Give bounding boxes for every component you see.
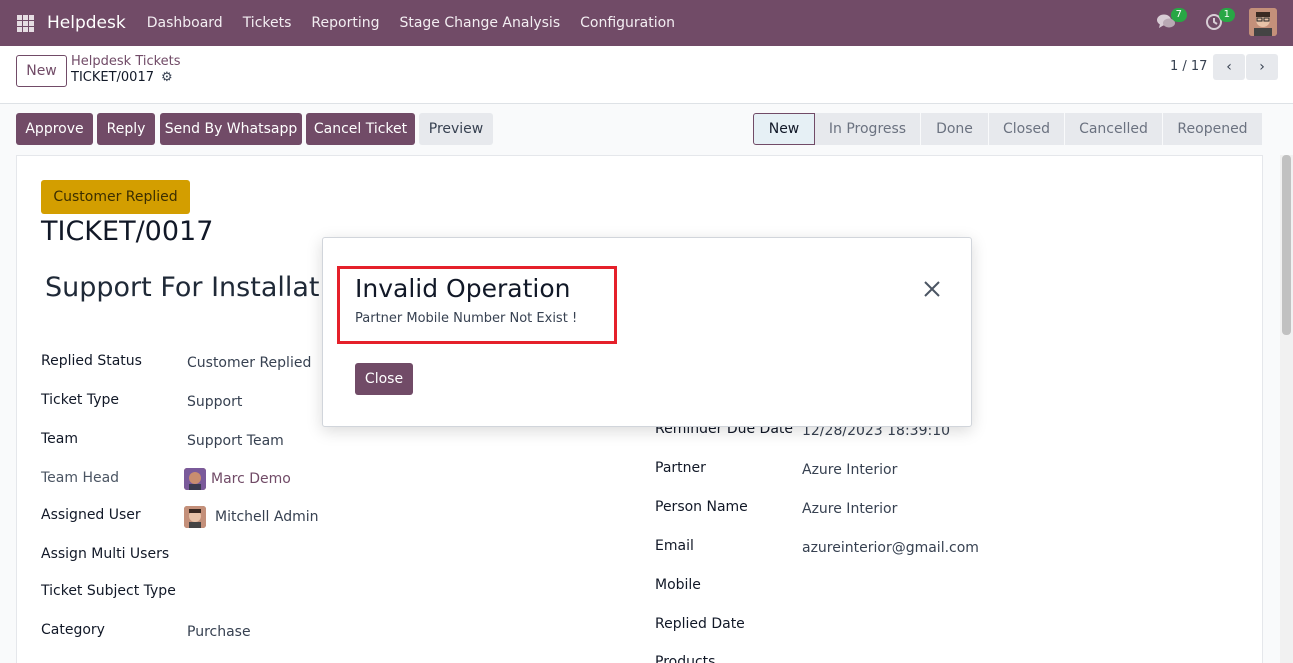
dialog-message: Partner Mobile Number Not Exist ! xyxy=(355,311,578,326)
error-dialog: Invalid Operation Partner Mobile Number … xyxy=(322,237,972,427)
close-icon[interactable] xyxy=(921,278,943,300)
dialog-title: Invalid Operation xyxy=(355,274,571,303)
dialog-close-button[interactable]: Close xyxy=(355,363,413,395)
